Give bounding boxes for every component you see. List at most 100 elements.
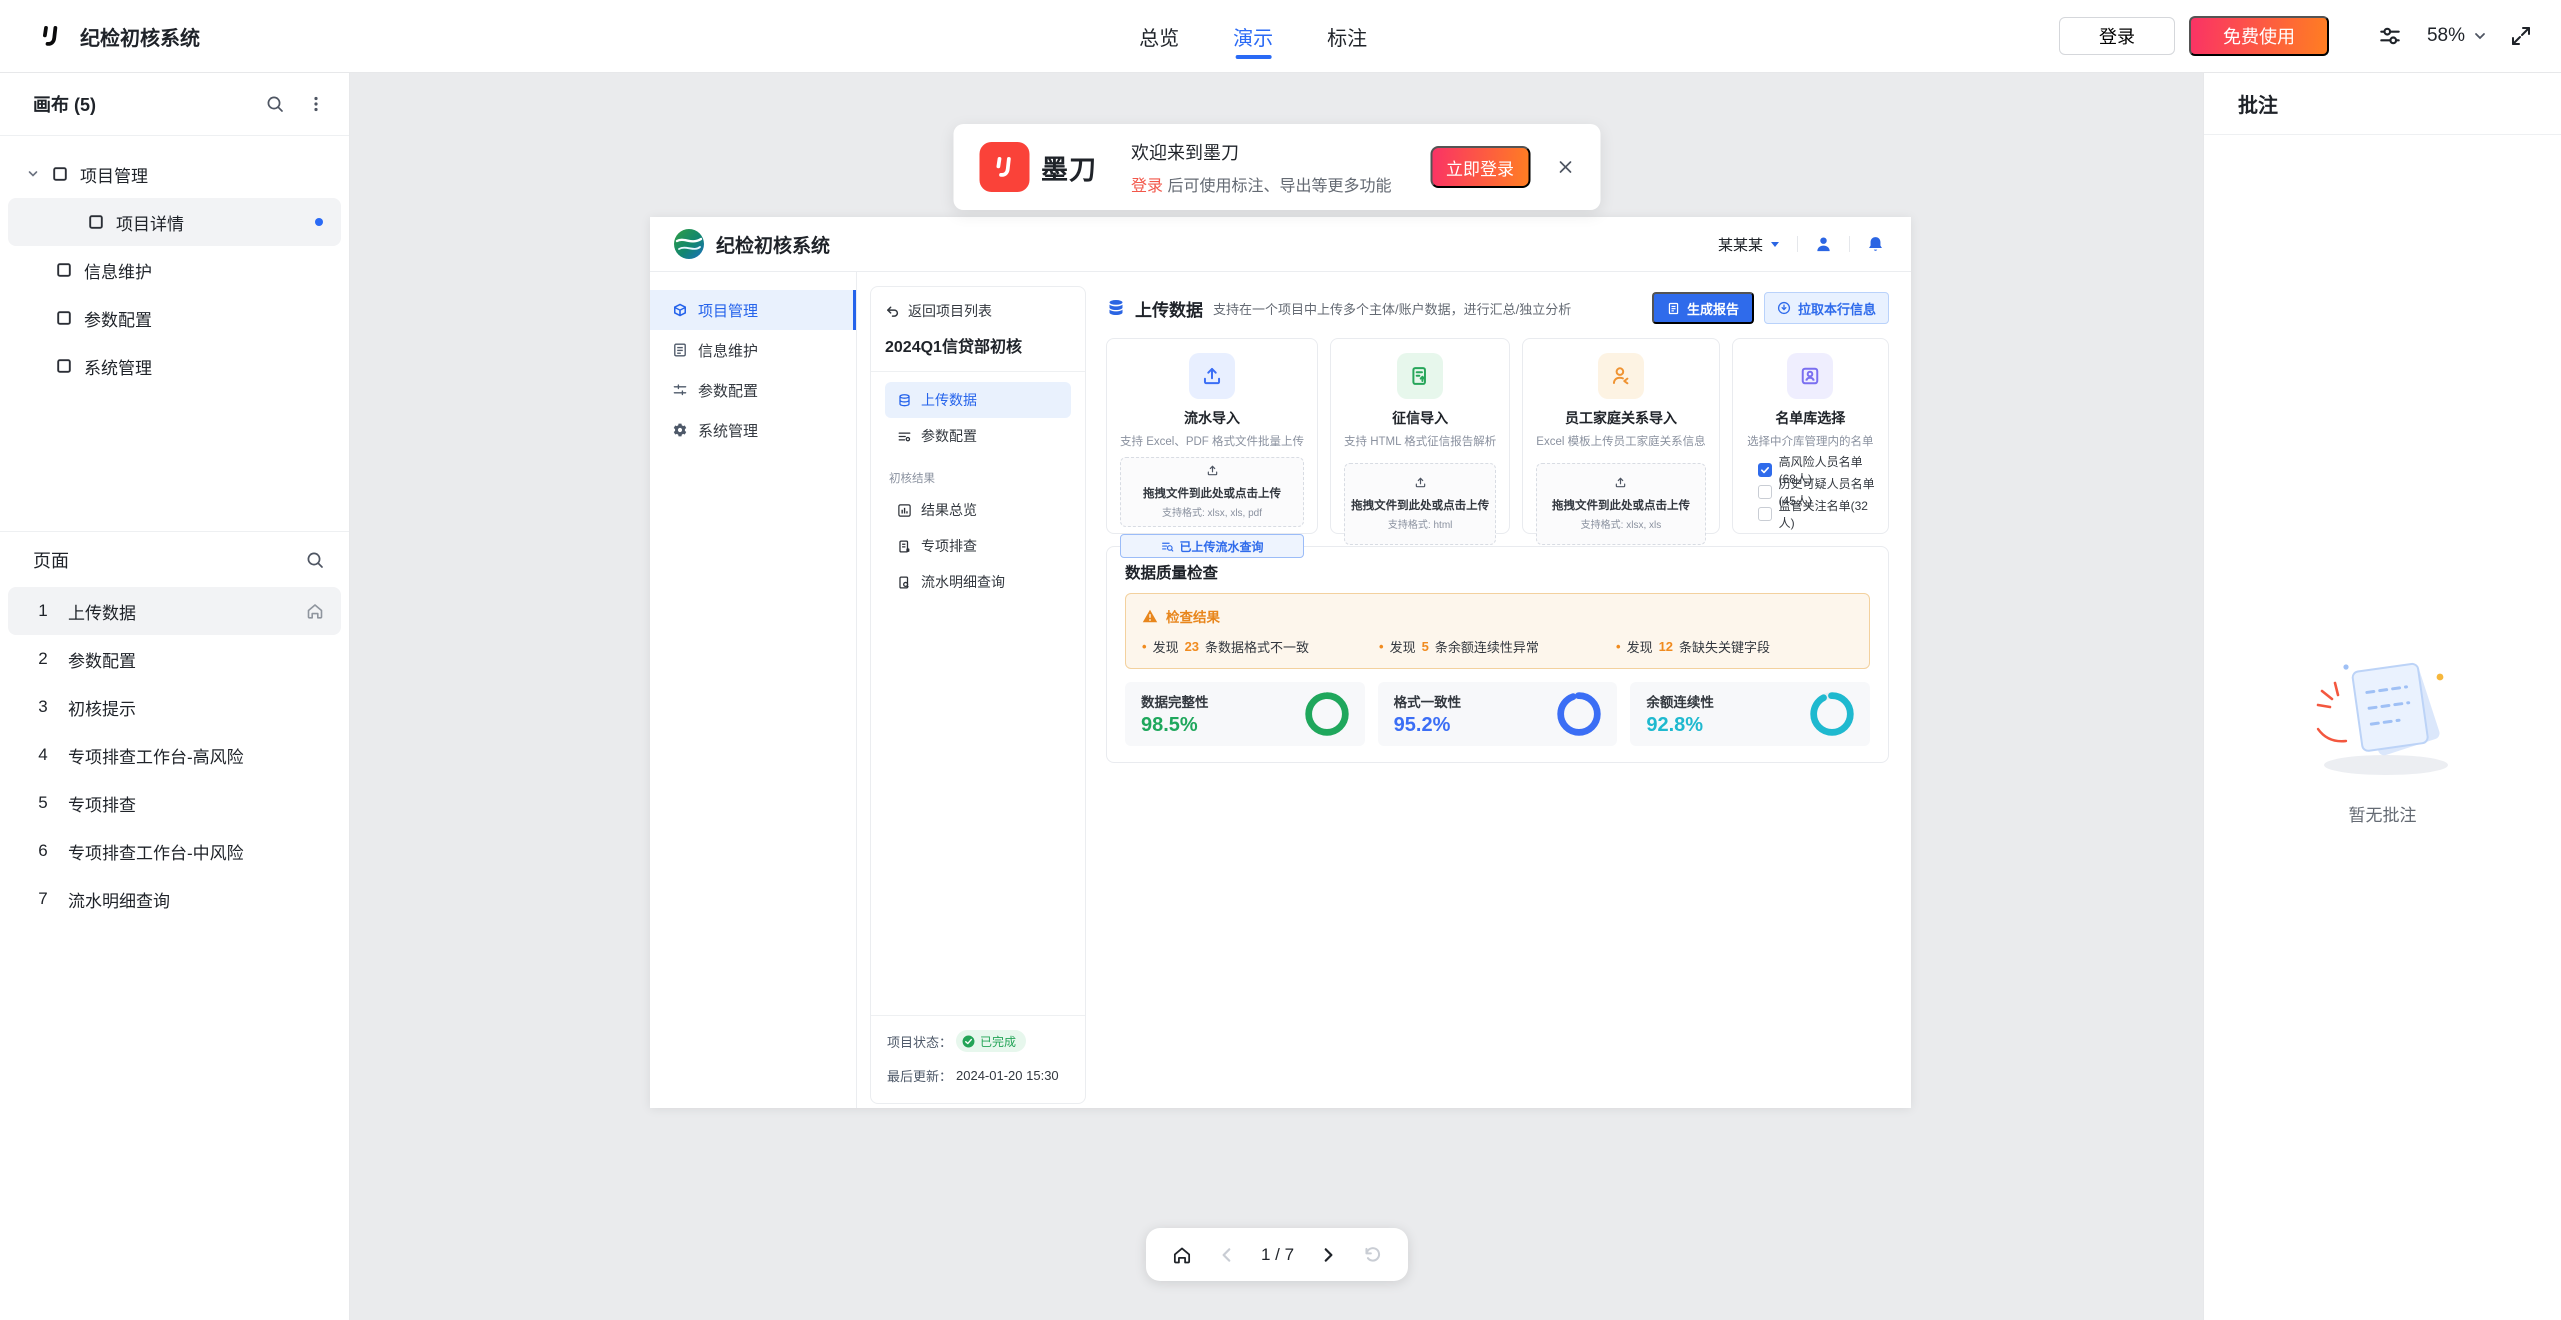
panel-menu-flow-detail[interactable]: 流水明细查询	[885, 564, 1071, 600]
id-badge-icon	[1787, 353, 1833, 399]
document-check-icon	[897, 539, 912, 554]
option-label: 监管关注名单(32人)	[1779, 497, 1875, 531]
uploaded-flow-query-label: 已上传流水查询	[1180, 538, 1264, 555]
current-canvas-dot	[315, 218, 323, 226]
panel-menu-results-overview[interactable]: 结果总览	[885, 492, 1071, 528]
settings-sliders-icon[interactable]	[2377, 23, 2403, 49]
tree-item-label: 项目详情	[116, 210, 184, 235]
card-list-select: 名单库选择 选择中介库管理内的名单 高风险人员名单(68人)	[1732, 338, 1889, 534]
project-name: 2024Q1信贷部初核	[885, 333, 1071, 357]
prev-page-icon[interactable]	[1218, 1246, 1236, 1264]
panel-menu-label: 结果总览	[921, 500, 977, 520]
next-page-icon[interactable]	[1319, 1246, 1337, 1264]
checkbox-checked-icon[interactable]	[1758, 463, 1772, 477]
family-dropzone[interactable]: 拖拽文件到此处或点击上传 支持格式: xlsx, xls	[1536, 463, 1705, 545]
page-row-3[interactable]: 3 初核提示	[8, 683, 341, 731]
tab-overview[interactable]: 总览	[1139, 0, 1179, 73]
alert-title: 检查结果	[1166, 606, 1220, 626]
finding-count: 5	[1422, 639, 1429, 654]
pages-list: 1 上传数据 2 参数配置 3 初核提示 4 专项排查工作台-高风险 5 专项排…	[0, 587, 349, 923]
flow-dropzone[interactable]: 拖拽文件到此处或点击上传 支持格式: xlsx, xls, pdf	[1120, 457, 1304, 527]
topbar: 纪检初核系统 总览 演示 标注 登录 免费使用 58%	[0, 0, 2561, 73]
upload-icon	[1189, 353, 1235, 399]
checkbox-unchecked-icon[interactable]	[1758, 507, 1772, 521]
credit-dropzone[interactable]: 拖拽文件到此处或点击上传 支持格式: html	[1344, 463, 1496, 545]
status-badge: 已完成	[956, 1030, 1026, 1052]
app-nav-system-management[interactable]: 系统管理	[650, 410, 856, 450]
document-search-icon	[897, 575, 912, 590]
page-row-7[interactable]: 7 流水明细查询	[8, 875, 341, 923]
presentation-pager: 1 / 7	[1146, 1228, 1408, 1281]
app-nav-param-config[interactable]: 参数配置	[650, 370, 856, 410]
zoom-level-control[interactable]: 58%	[2427, 25, 2487, 47]
page-row-4[interactable]: 4 专项排查工作台-高风险	[8, 731, 341, 779]
page-row-5[interactable]: 5 专项排查	[8, 779, 341, 827]
tree-item-project-detail[interactable]: 项目详情	[8, 198, 341, 246]
view-tabs: 总览 演示 标注	[1139, 0, 1367, 73]
app-header: 纪检初核系统 某某某	[650, 217, 1911, 272]
metric-label: 数据完整性	[1141, 691, 1209, 711]
tree-item-system-management[interactable]: 系统管理	[8, 342, 341, 390]
app-body: 项目管理 信息维护 参数配置	[650, 272, 1911, 1108]
panel-menu-param-config[interactable]: 参数配置	[885, 418, 1071, 454]
user-menu[interactable]: 某某某	[1718, 234, 1781, 255]
user-icon[interactable]	[1814, 235, 1833, 254]
upload-icon	[1205, 464, 1219, 477]
tree-item-info-maintenance[interactable]: 信息维护	[8, 246, 341, 294]
search-icon[interactable]	[305, 550, 325, 570]
more-kebab-icon[interactable]	[307, 94, 325, 114]
tree-item-param-config[interactable]: 参数配置	[8, 294, 341, 342]
annotation-panel: 批注	[2203, 73, 2561, 1320]
home-icon[interactable]	[1171, 1244, 1193, 1266]
username: 某某某	[1718, 234, 1763, 255]
free-use-button[interactable]: 免费使用	[2189, 16, 2329, 56]
app-title: 纪检初核系统	[716, 231, 830, 258]
finding-suffix: 条余额连续性异常	[1435, 637, 1539, 656]
bar-chart-icon	[897, 503, 912, 518]
finding-prefix: 发现	[1153, 637, 1179, 656]
nav-label: 系统管理	[698, 420, 758, 441]
login-link[interactable]: 登录	[1131, 178, 1163, 195]
bell-icon[interactable]	[1866, 235, 1885, 254]
pull-bank-info-button[interactable]: 拉取本行信息	[1764, 292, 1889, 324]
metric-label: 余额连续性	[1646, 691, 1714, 711]
panel-menu-upload-data[interactable]: 上传数据	[885, 382, 1071, 418]
pages-header: 页面	[0, 531, 349, 587]
reset-icon[interactable]	[1362, 1245, 1382, 1265]
page-label: 上传数据	[68, 599, 136, 624]
tab-annotate[interactable]: 标注	[1327, 0, 1367, 73]
login-button[interactable]: 登录	[2059, 17, 2175, 55]
app-nav-info-maintenance[interactable]: 信息维护	[650, 330, 856, 370]
back-to-project-list[interactable]: 返回项目列表	[885, 301, 1071, 321]
app-nav: 项目管理 信息维护 参数配置	[650, 272, 857, 1108]
page-row-6[interactable]: 6 专项排查工作台-中风险	[8, 827, 341, 875]
status-label: 项目状态：	[887, 1032, 952, 1051]
page-row-2[interactable]: 2 参数配置	[8, 635, 341, 683]
project-panel: 返回项目列表 2024Q1信贷部初核 上传数据 参数配置	[870, 286, 1086, 1104]
mockingbot-logo-icon	[36, 21, 66, 51]
panel-menu-special-check[interactable]: 专项排查	[885, 528, 1071, 564]
page-row-1[interactable]: 1 上传数据	[8, 587, 341, 635]
search-icon[interactable]	[265, 94, 285, 114]
pull-bank-info-label: 拉取本行信息	[1798, 299, 1876, 318]
close-icon[interactable]	[1556, 158, 1574, 176]
annotation-header: 批注	[2204, 73, 2561, 135]
tree-item-project-management[interactable]: 项目管理	[8, 150, 341, 198]
uploaded-flow-query-button[interactable]: 已上传流水查询	[1120, 534, 1304, 558]
app-nav-project-management[interactable]: 项目管理	[650, 290, 856, 330]
page-label: 参数配置	[68, 647, 136, 672]
option-regulator-watch[interactable]: 监管关注名单(32人)	[1758, 503, 1875, 525]
app-main: 上传数据 支持在一个项目中上传多个主体/账户数据，进行汇总/独立分析 生成报告 …	[1086, 272, 1911, 1108]
upload-cards: 流水导入 支持 Excel、PDF 格式文件批量上传 拖拽文件到此处或点击上传 …	[1106, 338, 1889, 534]
tab-present[interactable]: 演示	[1233, 0, 1273, 73]
fullscreen-icon[interactable]	[2509, 24, 2533, 48]
login-now-button[interactable]: 立即登录	[1430, 146, 1530, 188]
page-label: 专项排查工作台-中风险	[68, 839, 244, 864]
annotation-title: 批注	[2238, 89, 2278, 118]
page-label: 专项排查工作台-高风险	[68, 743, 244, 768]
dropzone-title: 拖拽文件到此处或点击上传	[1349, 497, 1491, 513]
dropzone-formats: 支持格式: html	[1349, 516, 1491, 531]
generate-report-button[interactable]: 生成报告	[1652, 292, 1754, 324]
chevron-down-icon[interactable]	[26, 167, 40, 181]
checkbox-unchecked-icon[interactable]	[1758, 485, 1772, 499]
